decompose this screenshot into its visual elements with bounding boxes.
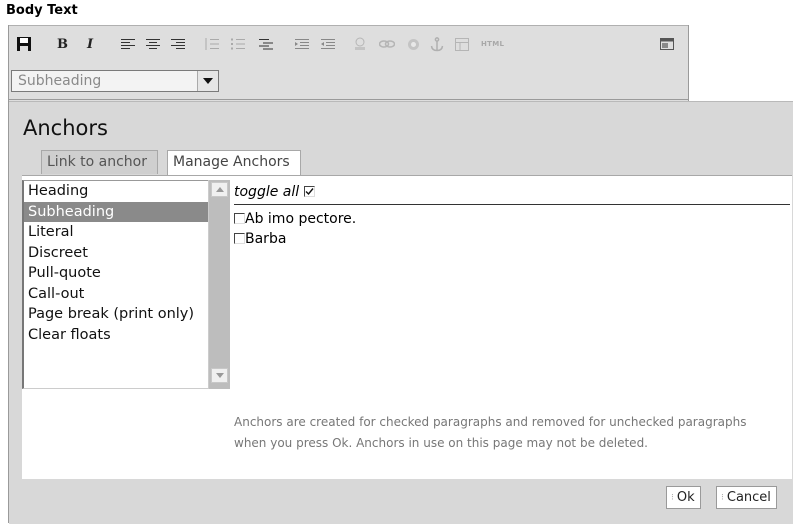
list-item[interactable]: Page break (print only) <box>24 304 228 325</box>
align-left-icon[interactable] <box>121 35 135 53</box>
list-item[interactable]: Heading <box>24 181 228 202</box>
help-text: Anchors are created for checked paragrap… <box>234 415 747 450</box>
tab-manage-anchors[interactable]: Manage Anchors <box>167 150 301 175</box>
tab-link-to-anchor[interactable]: Link to anchor <box>41 150 158 174</box>
editor-toolbar: B I HTML Subheading <box>9 25 688 100</box>
dialog-title: Anchors <box>23 116 108 140</box>
scroll-down-icon[interactable] <box>211 368 228 383</box>
italic-icon[interactable]: I <box>87 35 93 53</box>
style-select-value: Subheading <box>18 73 102 89</box>
style-listbox[interactable]: Heading Subheading Literal Discreet Pull… <box>22 180 228 389</box>
cancel-bullet-icon: ⁝ <box>721 493 724 503</box>
ok-bullet-icon: ⁝ <box>671 493 674 503</box>
bold-icon[interactable]: B <box>57 35 68 53</box>
list-item[interactable]: Discreet <box>24 243 228 264</box>
fullscreen-icon[interactable] <box>660 35 674 53</box>
ok-button[interactable]: ⁝ Ok <box>666 486 701 509</box>
anchors-dialog: Anchors Link to anchor Manage Anchors He… <box>9 101 793 524</box>
list-item[interactable]: Call-out <box>24 284 228 305</box>
align-right-icon[interactable] <box>171 35 185 53</box>
table-icon[interactable] <box>455 35 469 53</box>
image-icon[interactable] <box>353 35 367 53</box>
unordered-list-icon[interactable] <box>231 35 245 53</box>
align-center-icon[interactable] <box>146 35 160 53</box>
list-item[interactable]: Subheading <box>24 201 228 222</box>
list-item: Barba <box>234 229 286 249</box>
ordered-list-icon[interactable] <box>205 35 219 53</box>
cancel-button[interactable]: ⁝ Cancel <box>716 486 777 509</box>
link-icon[interactable] <box>379 35 395 53</box>
list-item[interactable]: Literal <box>24 222 228 243</box>
indent-icon[interactable] <box>321 35 335 53</box>
anchor-checkbox[interactable] <box>234 212 245 224</box>
html-icon[interactable]: HTML <box>481 35 504 53</box>
scroll-up-icon[interactable] <box>211 182 228 197</box>
list-item[interactable]: Pull-quote <box>24 263 228 284</box>
list-item: Ab imo pectore. <box>234 209 356 229</box>
field-label: Body Text <box>6 3 78 18</box>
list-item[interactable]: Clear floats <box>24 325 228 346</box>
toggle-all-label: toggle all <box>234 184 300 200</box>
external-link-icon[interactable] <box>407 35 420 53</box>
chevron-down-icon[interactable] <box>197 71 218 91</box>
anchor-icon[interactable] <box>430 35 444 53</box>
listbox-scrollbar[interactable] <box>208 180 230 389</box>
toggle-all-row: toggle all <box>234 180 790 205</box>
anchor-checkbox[interactable] <box>234 232 245 244</box>
anchor-label: Ab imo pectore. <box>245 211 357 227</box>
style-select[interactable]: Subheading <box>11 70 219 92</box>
save-icon[interactable] <box>16 35 32 53</box>
outdent-icon[interactable] <box>295 35 309 53</box>
manage-anchors-panel: Heading Subheading Literal Discreet Pull… <box>22 175 792 479</box>
anchor-label: Barba <box>245 231 287 247</box>
toggle-all-checkbox[interactable] <box>303 185 315 197</box>
definition-list-icon[interactable] <box>259 35 273 53</box>
